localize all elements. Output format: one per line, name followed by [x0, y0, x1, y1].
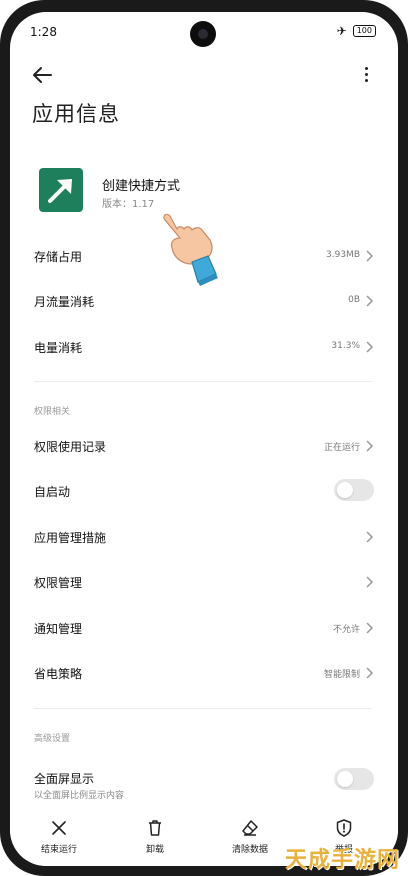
status-bar: 1:28 ✈ 100 [10, 12, 398, 52]
row-label: 权限使用记录 [34, 440, 107, 454]
row-value: 31.3% [331, 341, 360, 351]
app-name: 创建快捷方式 [102, 179, 181, 194]
bottom-label: 结束运行 [40, 845, 77, 855]
row-value: 智能限制 [323, 670, 360, 680]
bottom-label: 卸载 [145, 845, 164, 855]
close-icon [52, 821, 66, 835]
shortcut-arrow-icon [48, 179, 72, 203]
chevron-right-icon [366, 440, 374, 452]
divider [34, 708, 372, 709]
data-usage-row[interactable]: 月流量消耗 0B [10, 279, 398, 323]
row-value: 不允许 [332, 625, 360, 635]
back-button[interactable] [30, 62, 56, 88]
app-management-row[interactable]: 应用管理措施 [10, 515, 398, 559]
status-time: 1:28 [30, 25, 57, 39]
fullscreen-row: 全面屏显示 以全面屏比例显示内容 [10, 756, 398, 806]
status-icons: ✈ 100 [337, 24, 376, 38]
more-dot-icon [364, 72, 368, 76]
autostart-row: 自启动 [10, 469, 398, 513]
uninstall-button[interactable]: 卸载 [120, 818, 190, 855]
row-label: 全面屏显示 [34, 772, 95, 786]
app-version: 版本：1.17 [102, 199, 155, 210]
phone-frame: 1:28 ✈ 100 应用信息 创建快捷方式 版本：1.17 存储占用 3.93… [0, 0, 408, 876]
permission-management-row[interactable]: 权限管理 [10, 560, 398, 604]
chevron-right-icon [366, 667, 374, 679]
arrow-left-icon [33, 67, 52, 83]
app-icon [39, 168, 83, 212]
row-value: 0B [348, 295, 360, 305]
trash-icon [149, 820, 161, 836]
autostart-toggle[interactable] [334, 479, 374, 501]
battery-saver-row[interactable]: 省电策略 智能限制 [10, 651, 398, 695]
row-label: 通知管理 [34, 622, 83, 636]
permission-usage-row[interactable]: 权限使用记录 正在运行 [10, 424, 398, 468]
row-label: 省电策略 [34, 667, 83, 681]
shield-alert-icon [336, 819, 352, 837]
bottom-label: 清除数据 [231, 845, 268, 855]
row-label: 权限管理 [34, 576, 83, 590]
more-dot-icon [364, 78, 368, 82]
page-title: 应用信息 [32, 102, 120, 126]
chevron-right-icon [366, 622, 374, 634]
battery-icon: 100 [352, 25, 376, 37]
chevron-right-icon [366, 250, 374, 262]
chevron-right-icon [366, 531, 374, 543]
row-label: 应用管理措施 [34, 531, 107, 545]
eraser-icon [242, 820, 258, 836]
row-label: 月流量消耗 [34, 295, 95, 309]
notification-management-row[interactable]: 通知管理 不允许 [10, 606, 398, 650]
chevron-right-icon [366, 295, 374, 307]
clear-data-button[interactable]: 清除数据 [215, 818, 285, 855]
fullscreen-toggle[interactable] [334, 768, 374, 790]
toggle-knob [337, 771, 353, 787]
divider [34, 381, 372, 382]
toggle-knob [337, 482, 353, 498]
row-value: 3.93MB [326, 250, 360, 260]
row-subtitle: 以全面屏比例显示内容 [34, 791, 125, 801]
row-label: 存储占用 [34, 250, 83, 264]
watermark-logo: 天成手游网 [284, 848, 400, 873]
battery-usage-row[interactable]: 电量消耗 31.3% [10, 325, 398, 369]
chevron-right-icon [366, 576, 374, 588]
chevron-right-icon [366, 341, 374, 353]
more-dot-icon [364, 66, 368, 70]
row-value: 正在运行 [323, 443, 360, 453]
front-camera [190, 21, 216, 47]
row-label: 电量消耗 [34, 341, 83, 355]
screen: 1:28 ✈ 100 应用信息 创建快捷方式 版本：1.17 存储占用 3.93… [10, 12, 398, 866]
section-title-permissions: 权限相关 [34, 407, 71, 417]
row-label: 自启动 [34, 485, 71, 499]
airplane-mode-icon: ✈ [336, 24, 347, 38]
section-title-advanced: 高级设置 [34, 734, 71, 744]
storage-row[interactable]: 存储占用 3.93MB [10, 234, 398, 278]
more-options-button[interactable] [356, 62, 376, 86]
force-stop-button[interactable]: 结束运行 [24, 818, 94, 855]
